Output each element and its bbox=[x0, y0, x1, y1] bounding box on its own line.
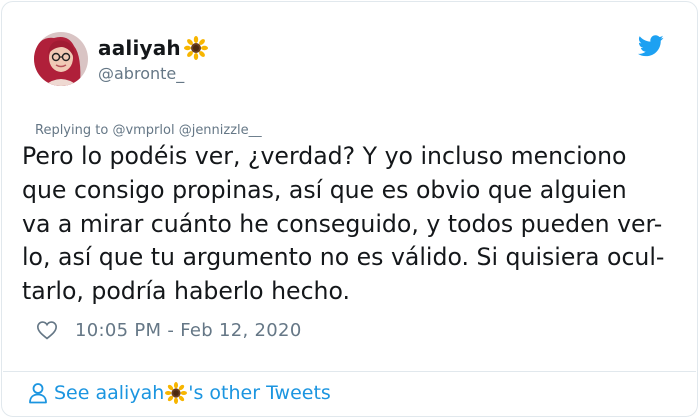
tweet-text-line: tarlo, podría haberlo hecho. bbox=[22, 277, 351, 306]
tweet-text-line: que consigo propinas, así que es obvio q… bbox=[22, 175, 627, 204]
reply-prefix: Replying to bbox=[35, 123, 109, 138]
tweet-card: aaliyah @abronte_ Replying to @vmprlol @… bbox=[1, 1, 698, 417]
divider bbox=[3, 371, 696, 372]
reply-users[interactable]: @vmprlol @jennizzle__ bbox=[112, 123, 261, 138]
tweet-text-line: va a mirar cuánto he conseguido, y todos… bbox=[22, 209, 663, 238]
avatar[interactable] bbox=[34, 32, 88, 86]
tweet-meta: 10:05 PM - Feb 12, 2020 bbox=[36, 319, 302, 341]
tweet-text-line: lo, así que tu argumento no es válido. S… bbox=[22, 243, 665, 272]
see-more-prefix[interactable]: See aaliyah bbox=[54, 382, 164, 404]
tweet-timestamp[interactable]: 10:05 PM - Feb 12, 2020 bbox=[75, 320, 302, 341]
author-name-row[interactable]: aaliyah bbox=[98, 36, 208, 60]
tweet-text-line: Pero lo podéis ver, ¿verdad? Y yo inclus… bbox=[22, 142, 627, 170]
replying-to: Replying to @vmprlol @jennizzle__ bbox=[35, 123, 262, 138]
heart-icon[interactable] bbox=[36, 319, 58, 341]
twitter-bird-icon[interactable] bbox=[637, 35, 664, 57]
sunflower-icon bbox=[165, 382, 188, 404]
sunflower-icon bbox=[183, 36, 208, 60]
user-icon bbox=[28, 382, 48, 404]
see-more-suffix[interactable]: 's other Tweets bbox=[188, 382, 331, 404]
user-handle[interactable]: @abronte_ bbox=[98, 64, 184, 83]
tweet-text: Pero lo podéis ver, ¿verdad? Y yo inclus… bbox=[22, 140, 687, 309]
display-name[interactable]: aaliyah bbox=[98, 36, 181, 60]
see-other-tweets-link[interactable]: See aaliyah 's other Tweets bbox=[28, 382, 331, 404]
